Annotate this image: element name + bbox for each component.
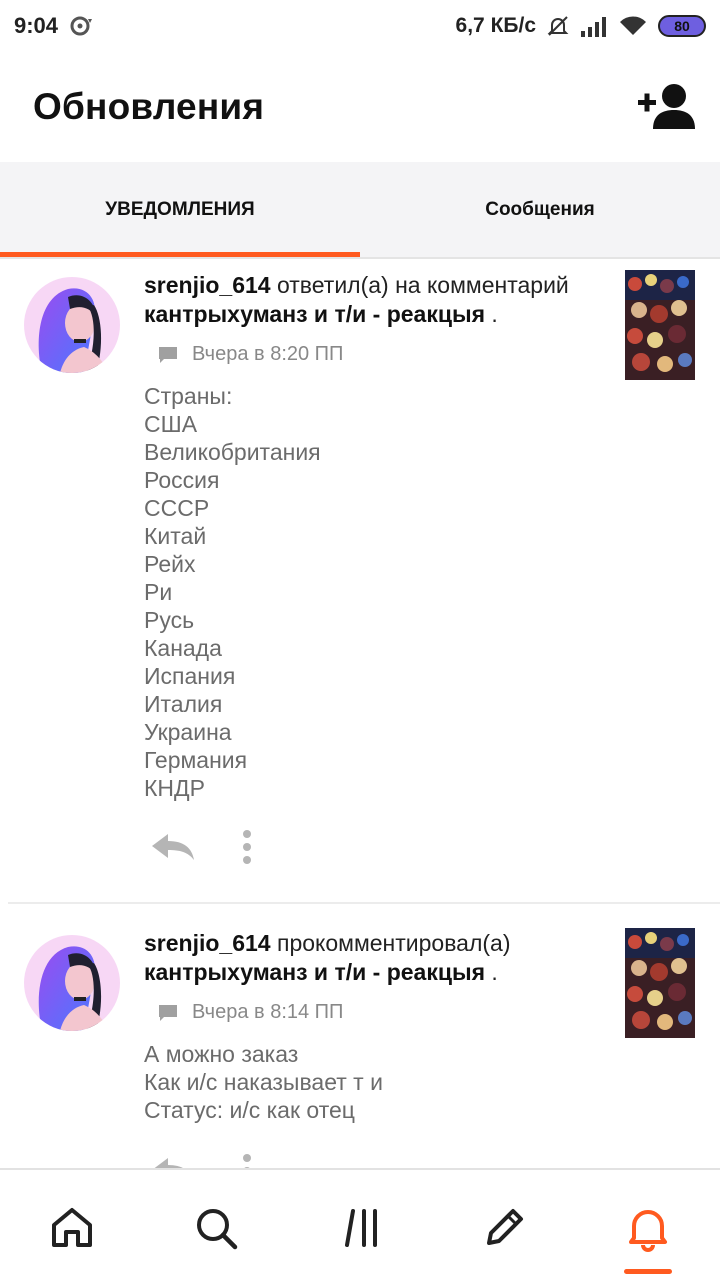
home-icon: [52, 1208, 92, 1247]
nav-search[interactable]: [190, 1202, 242, 1254]
page-title: Обновления: [33, 86, 265, 127]
story-link[interactable]: кантрыхуманз и т/и - реакцыя: [144, 959, 485, 985]
nav-notifications[interactable]: [622, 1202, 674, 1254]
notifications-feed[interactable]: srenjio_614 ответил(а) на комментарий ка…: [0, 259, 720, 1169]
story-cover[interactable]: [625, 270, 695, 380]
tab-notifications-label: УВЕДОМЛЕНИЯ: [105, 199, 255, 220]
comment-line: Италия: [144, 691, 223, 717]
more-vertical-icon: [243, 1154, 251, 1169]
sync-icon: [68, 15, 94, 37]
username-link[interactable]: srenjio_614: [144, 272, 271, 298]
notifications-bell-icon: [629, 1210, 667, 1252]
more-options-button[interactable]: [242, 829, 252, 870]
library-icon: [345, 1209, 377, 1247]
avatar[interactable]: [24, 277, 120, 373]
comment-body: А можно заказ Как и/с наказывает т и Ста…: [144, 1040, 383, 1124]
active-tab-indicator: [624, 1269, 672, 1274]
nav-library[interactable]: [336, 1202, 388, 1254]
bottom-navigation: [0, 1168, 720, 1280]
story-cover[interactable]: [625, 928, 695, 1038]
status-time: 9:04: [14, 13, 59, 38]
comment-line: Страны:: [144, 383, 233, 409]
nav-home[interactable]: [46, 1202, 98, 1254]
timestamp: Вчера в 8:14 ПП: [192, 1001, 344, 1023]
comment-line: США: [144, 411, 198, 437]
comment-line: Русь: [144, 607, 195, 633]
tab-messages[interactable]: Сообщения: [360, 162, 720, 258]
nav-write[interactable]: [478, 1202, 530, 1254]
timestamp-row: Вчера в 8:14 ПП: [158, 1001, 343, 1024]
comment-body: Страны: США Великобритания Россия СССР К…: [144, 382, 321, 802]
comment-actions: [150, 1153, 252, 1169]
comment-line: Россия: [144, 467, 220, 493]
comment-line: А можно заказ: [144, 1041, 299, 1067]
comment-line: Рейх: [144, 551, 196, 577]
app-header: Обновления: [0, 52, 720, 162]
comment-line: Великобритания: [144, 439, 321, 465]
mute-bell-icon: [546, 14, 570, 38]
write-icon: [487, 1209, 523, 1245]
reply-button[interactable]: [150, 832, 196, 867]
avatar[interactable]: [24, 935, 120, 1031]
comment-line: СССР: [144, 495, 210, 521]
item-divider: [8, 902, 720, 904]
comment-line: Ри: [144, 579, 173, 605]
comment-line: Статус: и/с как отец: [144, 1097, 355, 1123]
notification-action: прокомментировал(а): [270, 930, 511, 956]
notification-action: ответил(а) на комментарий: [270, 272, 569, 298]
status-bar: 9:04 6,7 КБ/с 80: [0, 0, 720, 52]
notification-item[interactable]: srenjio_614 ответил(а) на комментарий ка…: [0, 259, 720, 903]
comment-line: Канада: [144, 635, 222, 661]
comment-actions: [150, 829, 252, 870]
username-link[interactable]: srenjio_614: [144, 930, 271, 956]
add-user-icon: [638, 84, 695, 129]
headline-suffix: .: [485, 301, 498, 327]
notification-headline: srenjio_614 прокомментировал(а) кантрыху…: [144, 929, 606, 987]
search-icon: [197, 1209, 238, 1250]
story-link[interactable]: кантрыхуманз и т/и - реакцыя: [144, 301, 485, 327]
reply-icon: [152, 834, 194, 860]
comment-icon: [159, 1004, 177, 1021]
add-user-button[interactable]: [638, 82, 696, 130]
comment-line: Как и/с наказывает т и: [144, 1069, 383, 1095]
comment-line: Украина: [144, 719, 232, 745]
wifi-icon: [618, 15, 648, 37]
comment-icon: [159, 346, 177, 363]
notification-headline: srenjio_614 ответил(а) на комментарий ка…: [144, 271, 606, 329]
tab-messages-label: Сообщения: [485, 199, 595, 220]
tab-bar: УВЕДОМЛЕНИЯ Сообщения: [0, 162, 720, 258]
tab-notifications[interactable]: УВЕДОМЛЕНИЯ: [0, 162, 360, 258]
notification-item[interactable]: srenjio_614 прокомментировал(а) кантрыху…: [0, 905, 720, 1169]
comment-line: КНДР: [144, 775, 205, 801]
timestamp-row: Вчера в 8:20 ПП: [158, 343, 343, 366]
network-speed: 6,7 КБ/с: [455, 14, 536, 37]
battery-indicator: 80: [658, 15, 706, 37]
headline-suffix: .: [485, 959, 498, 985]
comment-line: Испания: [144, 663, 236, 689]
more-vertical-icon: [243, 830, 251, 864]
signal-icon: [580, 15, 608, 37]
comment-line: Германия: [144, 747, 248, 773]
timestamp: Вчера в 8:20 ПП: [192, 343, 344, 365]
comment-line: Китай: [144, 523, 207, 549]
battery-level: 80: [674, 18, 690, 34]
more-options-button[interactable]: [242, 1153, 252, 1169]
